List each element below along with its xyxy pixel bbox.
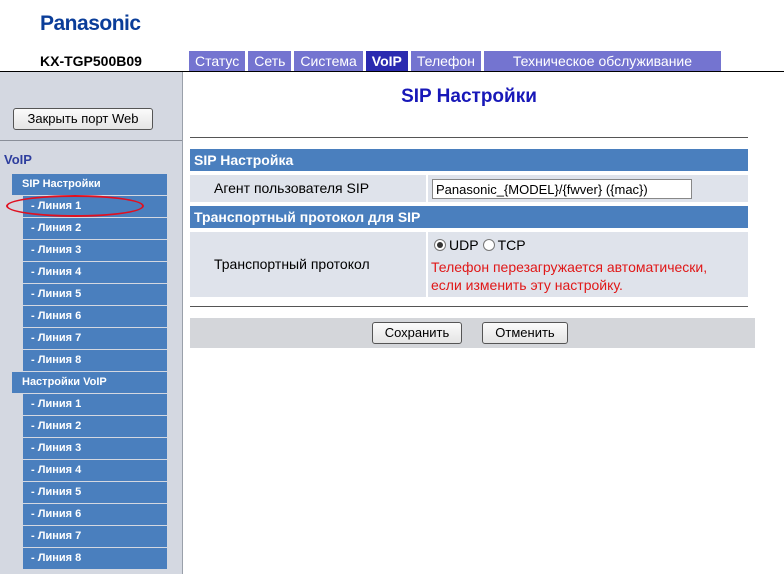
sidebar-section-voip[interactable]: VoIP xyxy=(4,152,32,167)
transport-label: Транспортный протокол xyxy=(190,232,426,297)
sidebar-voip-line-8[interactable]: - Линия 8 xyxy=(23,548,167,569)
main-tabs: Статус Сеть Система VoIP Телефон Техниче… xyxy=(189,51,721,71)
tab-status[interactable]: Статус xyxy=(189,51,246,71)
button-bar xyxy=(190,318,755,348)
sidebar-group-sip-settings[interactable]: SIP Настройки xyxy=(12,174,167,195)
tab-system[interactable]: Система xyxy=(294,51,363,71)
title-divider xyxy=(190,137,748,138)
sidebar-voip-line-2[interactable]: - Линия 2 xyxy=(23,416,167,437)
sidebar-voip-line-4[interactable]: - Линия 4 xyxy=(23,460,167,481)
section-header-sip-setting: SIP Настройка xyxy=(190,149,748,171)
tcp-radio-label: TCP xyxy=(497,237,526,253)
sidebar-sip-line-4[interactable]: - Линия 4 xyxy=(23,262,167,283)
sidebar-voip-line-5[interactable]: - Линия 5 xyxy=(23,482,167,503)
sidebar-sip-line-5[interactable]: - Линия 5 xyxy=(23,284,167,305)
tab-network[interactable]: Сеть xyxy=(248,51,292,71)
sidebar-sip-line-8[interactable]: - Линия 8 xyxy=(23,350,167,371)
sidebar-voip-line-1[interactable]: - Линия 1 xyxy=(23,394,167,415)
transport-radio-group: UDP TCP xyxy=(434,237,526,253)
save-button[interactable]: Сохранить xyxy=(372,322,462,344)
sidebar-border xyxy=(182,72,183,574)
sidebar-voip-line-6[interactable]: - Линия 6 xyxy=(23,504,167,525)
form-divider xyxy=(190,306,748,307)
model-name: KX-TGP500B09 xyxy=(40,53,142,69)
sidebar-voip-line-3[interactable]: - Линия 3 xyxy=(23,438,167,459)
sidebar-group-voip-settings[interactable]: Настройки VoIP xyxy=(12,372,167,393)
reboot-warning-line-1: Телефон перезагружается автоматически, xyxy=(431,259,708,275)
reboot-warning-line-2: если изменить эту настройку. xyxy=(431,277,623,293)
section-header-transport: Транспортный протокол для SIP xyxy=(190,206,748,228)
tab-phone[interactable]: Телефон xyxy=(410,51,481,71)
tab-maintenance[interactable]: Техническое обслуживание xyxy=(483,51,721,71)
sidebar-sip-line-6[interactable]: - Линия 6 xyxy=(23,306,167,327)
reboot-warning: Телефон перезагружается автоматически, е… xyxy=(431,258,707,294)
sidebar-divider xyxy=(0,140,182,141)
udp-radio-label: UDP xyxy=(449,237,479,253)
sidebar-voip-line-7[interactable]: - Линия 7 xyxy=(23,526,167,547)
agent-label: Агент пользователя SIP xyxy=(190,175,426,202)
sidebar-sip-line-2[interactable]: - Линия 2 xyxy=(23,218,167,239)
tab-voip[interactable]: VoIP xyxy=(365,51,408,71)
close-web-port-button[interactable]: Закрыть порт Web xyxy=(13,108,153,130)
udp-radio[interactable] xyxy=(434,239,446,251)
sidebar-sip-line-3[interactable]: - Линия 3 xyxy=(23,240,167,261)
sip-user-agent-input[interactable] xyxy=(432,179,692,199)
highlight-ellipse xyxy=(6,195,144,217)
sidebar-sip-line-7[interactable]: - Линия 7 xyxy=(23,328,167,349)
brand-logo: Panasonic xyxy=(40,12,141,35)
tcp-radio[interactable] xyxy=(482,239,495,251)
cancel-button[interactable]: Отменить xyxy=(482,322,568,344)
page-title: SIP Настройки xyxy=(401,86,537,107)
